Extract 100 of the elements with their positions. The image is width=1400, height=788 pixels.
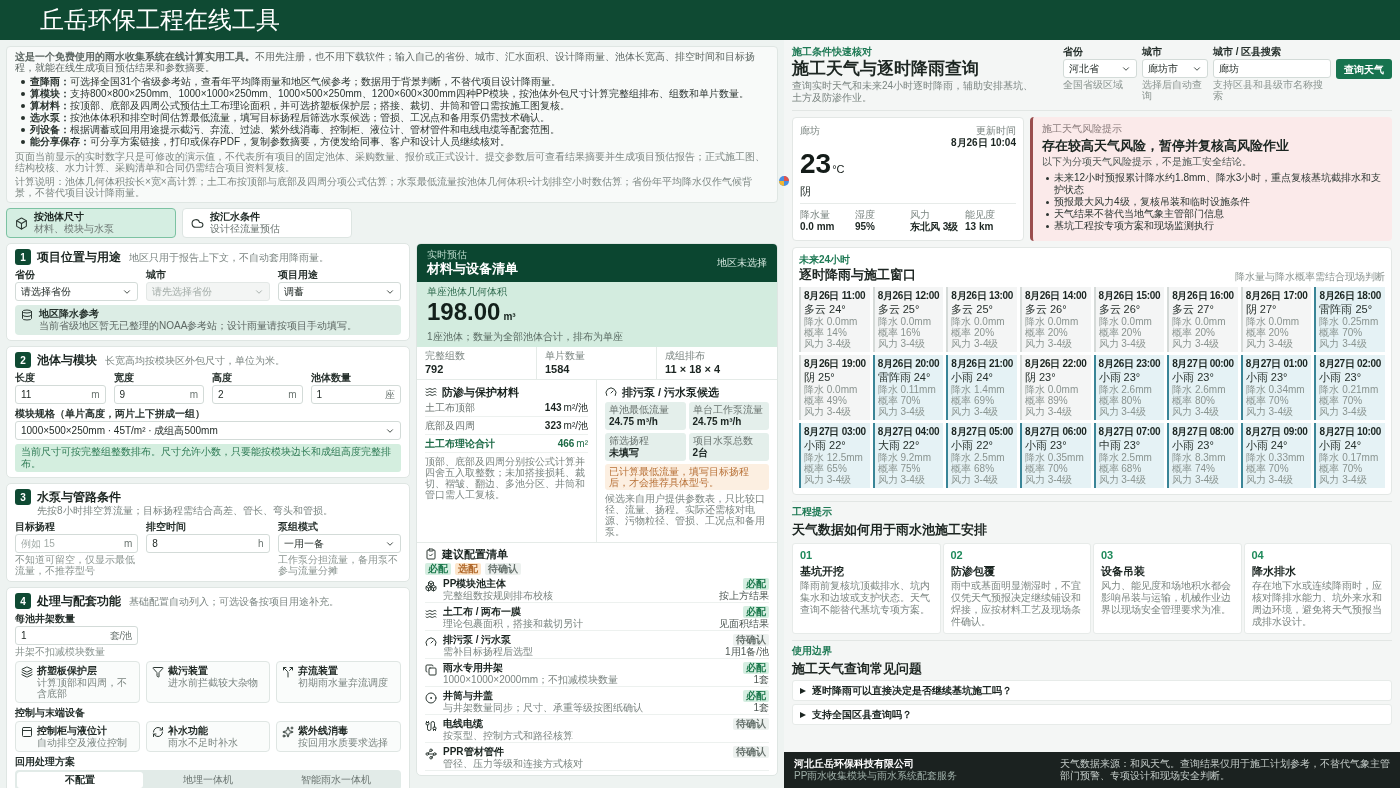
field-label: 城市 / 区县搜索 <box>1213 46 1283 58</box>
hour-condition: 小雨 24° <box>1245 438 1289 452</box>
select-field[interactable]: 廊坊市 <box>1142 59 1208 78</box>
item-detail: 按泵型、控制方式和路径核算 <box>443 730 574 741</box>
hour-precipitation: 降水 12.5mm <box>804 452 864 463</box>
hour-condition: 中雨 23° <box>1098 438 1142 452</box>
segment-option[interactable]: 地埋一体机 <box>145 772 271 788</box>
hour-probability: 概率 70% <box>1319 395 1364 406</box>
select-field[interactable]: 请选择省份 <box>15 282 139 301</box>
field-hint: 不知道可留空，仅显示最低流量，不推荐型号 <box>15 554 136 576</box>
tip-number: 01 <box>800 549 814 562</box>
metric-value: 24.75 m³/h <box>692 416 743 428</box>
hour-condition: 雷阵雨 25° <box>1319 302 1374 316</box>
hour-time: 8月27日 10:00 <box>1319 426 1382 438</box>
segment-option[interactable]: 智能雨水一体机 <box>273 772 399 788</box>
hour-time: 8月27日 04:00 <box>877 426 941 438</box>
option-card[interactable]: 弃流装置 初期雨水量弃流调度 <box>276 661 401 703</box>
hour-probability: 概率 80% <box>1098 395 1143 406</box>
mode-tab[interactable]: 按池体尺寸 材料、模块与水泵 <box>6 208 176 238</box>
option-card[interactable]: 截污装置 进水前拦截较大杂物 <box>145 661 271 703</box>
faq-item[interactable]: 逐时降雨可以直接决定是否继续基坑施工吗？ <box>792 680 1392 701</box>
field-label: 城市 <box>146 269 168 281</box>
tip-number: 04 <box>1251 549 1265 562</box>
field-hint: 工作泵分担流量，备用泵不参与流量分摊 <box>277 554 399 576</box>
input-field[interactable]: 1 座 <box>310 385 401 404</box>
slide-title: 丘岳环保工程在线工具 <box>40 6 280 34</box>
region-status: 地区未选择 <box>717 257 767 269</box>
input-field[interactable]: 8 h <box>146 534 270 553</box>
hour-probability: 概率 75% <box>877 463 922 474</box>
select-field[interactable]: 河北省 <box>1063 59 1137 78</box>
section-title: 池体与模块 <box>37 352 97 368</box>
input-field[interactable]: 9 m <box>113 385 204 404</box>
hour-probability: 概率 16% <box>877 327 922 338</box>
status-tag: 待确认 <box>733 746 769 758</box>
item-name: 雨水专用井架 <box>443 662 504 674</box>
stat-label: 完整组数 <box>425 350 466 362</box>
field-label: 池体数量 <box>310 372 352 384</box>
hour-condition: 小雨 24° <box>1319 438 1363 452</box>
hour-precipitation: 降水 0.21mm <box>1319 384 1380 395</box>
faq-item[interactable]: 支持全国区县查询吗？ <box>792 704 1392 725</box>
hour-probability: 概率 70% <box>1319 327 1364 338</box>
item-quantity: 1套 <box>753 702 769 713</box>
option-card[interactable]: 补水功能 雨水不足时补水 <box>145 721 271 752</box>
select-field[interactable]: 1000×500×250mm · 45T/m² · 成组高500mm <box>15 421 401 440</box>
metric-label: 项目水泵总数 <box>692 435 754 447</box>
select-field[interactable]: 调蓄 <box>277 282 401 301</box>
hour-wind: 风力 3-4级 <box>1024 474 1074 485</box>
input-field[interactable]: 11 m <box>15 385 106 404</box>
gauge-icon <box>425 636 437 648</box>
hour-precipitation: 降水 2.6mm <box>1172 384 1227 395</box>
hour-time: 8月27日 09:00 <box>1245 426 1309 438</box>
tip-title: 降水排水 <box>1251 564 1297 578</box>
item-detail: 需补目标扬程后选型 <box>443 646 534 657</box>
company-tagline: PP雨水收集模块与雨水系统配套服务 <box>794 770 958 782</box>
hour-wind: 风力 3-4级 <box>804 406 853 417</box>
hour-precipitation: 降水 0.0mm <box>1172 316 1227 327</box>
tip-text: 雨中或基面明显潮湿时，不宜仅凭天气预报决定继续铺设和焊接，应按材料工艺及现场条件确认。 <box>950 580 1082 628</box>
hour-precipitation: 降水 2.5mm <box>951 452 1006 463</box>
segment-option[interactable]: 不配置 <box>17 772 143 788</box>
option-card[interactable]: 控制柜与液位计 自动排空及液位控制 <box>15 721 140 752</box>
item-quantity: 按上方结果 <box>719 590 769 601</box>
step-number: 4 <box>15 593 31 609</box>
mode-tab[interactable]: 按汇水条件 设计径流量预估 <box>182 208 352 238</box>
stat-value: 792 <box>425 362 445 376</box>
input-field[interactable]: 1 套/池 <box>15 626 139 645</box>
metric-label: 单台工作泵流量 <box>692 404 764 416</box>
hour-time: 8月26日 15:00 <box>1098 290 1162 302</box>
field-label: 长度 <box>15 372 36 384</box>
pump-note: 候选来自用户提供参数表，只比较口径、流量、扬程。实际还需核对电源、污物粒径、管损、工况点和备用泵。 <box>605 493 766 537</box>
field-label: 目标扬程 <box>15 521 56 533</box>
hour-probability: 概率 20% <box>1024 327 1069 338</box>
metric-value: 2台 <box>692 447 710 459</box>
hour-probability: 概率 20% <box>1098 327 1143 338</box>
split-icon <box>282 666 295 678</box>
field-label: 宽度 <box>113 372 135 384</box>
field-label: 省份 <box>15 269 36 281</box>
metric-value: 未填写 <box>609 447 640 459</box>
layers-icon <box>21 666 33 678</box>
input-field[interactable]: 2 m <box>212 385 303 404</box>
step-number: 1 <box>15 249 31 265</box>
select-field[interactable]: 一用一备 <box>277 534 401 553</box>
section-title: 逐时降雨与施工窗口 <box>799 266 916 283</box>
hour-condition: 多云 25° <box>951 302 994 316</box>
input-field[interactable]: 廊坊 <box>1213 59 1331 78</box>
hour-precipitation: 降水 0.0mm <box>1024 316 1080 327</box>
section-title: 项目位置与用途 <box>37 249 121 265</box>
alert-subtitle: 以下为分项天气风险提示，不是施工安全结论。 <box>1042 156 1253 168</box>
option-card[interactable]: 挤塑板保护层 计算顶部和四周，不含底部 <box>15 661 140 703</box>
hour-precipitation: 降水 0.34mm <box>1245 384 1306 395</box>
hour-wind: 风力 3-4级 <box>804 474 853 485</box>
input-field[interactable]: 例如 15 m <box>15 534 139 553</box>
field-hint: 全国省级区域 <box>1063 79 1124 90</box>
query-button[interactable]: 查询天气 <box>1336 59 1392 79</box>
item-detail: 理论包裹面积，搭接和裁切另计 <box>443 618 584 629</box>
material-label: 底部及四周 <box>425 420 475 432</box>
hour-time: 8月27日 07:00 <box>1098 426 1162 438</box>
hour-probability: 概率 70% <box>1245 395 1290 406</box>
section-title: 水泵与管路条件 <box>37 489 121 505</box>
hour-wind: 风力 3-4级 <box>1245 474 1294 485</box>
option-card[interactable]: 紫外线消毒 按回用水质要求选择 <box>276 721 401 752</box>
